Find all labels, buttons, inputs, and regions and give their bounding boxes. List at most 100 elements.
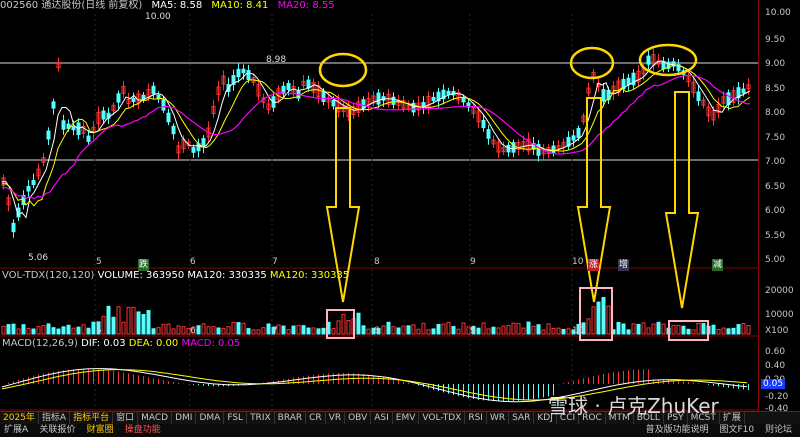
volume-bar	[701, 323, 706, 335]
axis-label-9.50: 9.50	[765, 35, 786, 45]
btn-trade-functions[interactable]: 操盘功能	[121, 425, 165, 435]
candle-body	[696, 91, 701, 102]
tab-dmi[interactable]: DMI	[172, 412, 197, 424]
vol-month-10: 10	[572, 326, 584, 336]
volume-bar	[171, 328, 176, 335]
volume-bar	[336, 320, 341, 335]
volume-panel-header: VOL-TDX(120,120) VOLUME: 363950 MA120: 3…	[2, 270, 349, 282]
volume-bar	[51, 327, 56, 335]
volume-bar	[11, 323, 16, 335]
volume-bar	[121, 321, 126, 335]
volume-bar	[206, 326, 211, 335]
ma5-line	[2, 60, 751, 219]
tab-sar[interactable]: SAR	[509, 412, 535, 424]
candle-body	[241, 68, 246, 74]
volume-bar	[286, 329, 291, 335]
tab-vol-tdx[interactable]: VOL-TDX	[419, 412, 466, 424]
volume-bar	[716, 328, 721, 335]
tab-expand[interactable]: 扩展	[720, 412, 745, 424]
volume-bar	[636, 323, 641, 335]
tab-window[interactable]: 窗口	[113, 412, 139, 424]
volume-bar	[6, 324, 11, 335]
tab-macd[interactable]: MACD	[138, 412, 173, 424]
tab-vr[interactable]: VR	[326, 412, 346, 424]
volume-bar	[301, 325, 306, 335]
volume-bar	[41, 325, 46, 335]
event-tag-2[interactable]: 涨	[588, 259, 600, 271]
volume-bar	[726, 328, 731, 335]
volume-bar	[46, 323, 51, 335]
low-price-label: 5.06	[28, 253, 49, 263]
btn-f10[interactable]: 图文F10	[715, 425, 758, 435]
volume-bar	[556, 327, 561, 335]
candle-body	[76, 122, 81, 136]
volume-bar	[551, 327, 556, 335]
tab-dma[interactable]: DMA	[196, 412, 225, 424]
volume-bar	[361, 325, 366, 335]
volume-bar	[316, 328, 321, 335]
tab-platform[interactable]: 指标平台	[70, 412, 114, 424]
event-tag-3[interactable]: 增	[618, 259, 630, 271]
dea-value: DEA: 0.00	[128, 338, 179, 349]
tab-trix[interactable]: TRIX	[247, 412, 275, 424]
volume-bar	[111, 316, 116, 335]
tab-year[interactable]: 2025年	[0, 412, 39, 424]
chart-canvas[interactable]	[0, 0, 758, 437]
event-tag-1[interactable]: 跌	[138, 259, 150, 271]
volume-bar	[201, 323, 206, 335]
watermark: 雪球 · 卢克ZhuKer	[548, 394, 719, 418]
macd-axis-0.60: 0.60	[765, 347, 786, 357]
volume-bar	[496, 327, 501, 335]
month-7: 7	[272, 257, 278, 267]
tab-wr[interactable]: WR	[487, 412, 510, 424]
volume-bar	[606, 305, 611, 335]
btn-forum[interactable]: 则论坛	[761, 425, 796, 435]
btn-feature-help[interactable]: 普及版功能说明	[642, 425, 713, 435]
volume-bar	[731, 327, 736, 335]
event-tag-4[interactable]: 减	[712, 259, 724, 271]
volume-bar	[681, 325, 686, 335]
tab-indicator-a[interactable]: 指标A	[39, 412, 71, 424]
vol-axis-20000: 20000	[765, 286, 794, 296]
volume-bar	[256, 329, 261, 335]
volume-bar	[66, 324, 71, 335]
volume-bar	[246, 328, 251, 335]
tab-fsl[interactable]: FSL	[224, 412, 248, 424]
volume-bar	[281, 325, 286, 335]
axis-label-8.00: 8.00	[765, 108, 786, 118]
volume-bar	[26, 327, 31, 335]
tab-cr[interactable]: CR	[306, 412, 326, 424]
ref-line-label: 8.98	[266, 55, 287, 65]
stock-title[interactable]: 002560 通达股份(日线 前复权)	[0, 0, 142, 11]
volume-bar	[131, 306, 136, 335]
volume-bar	[86, 327, 91, 335]
axis-label-5.50: 5.50	[765, 231, 786, 241]
volume-bar	[411, 324, 416, 335]
volume-bar	[1, 325, 6, 335]
volume-bar	[221, 328, 226, 335]
tab-emv[interactable]: EMV	[393, 412, 420, 424]
volume-bar	[736, 324, 741, 335]
candle-body	[116, 93, 121, 103]
volume-bar	[106, 305, 111, 335]
tab-asi[interactable]: ASI	[371, 412, 393, 424]
volume-bar	[561, 328, 566, 335]
macd-indicator-name: MACD(12,26,9)	[2, 338, 78, 349]
candle-body	[646, 55, 651, 65]
btn-wealth-circle[interactable]: 财富圈	[83, 425, 118, 435]
btn-expand-a[interactable]: 扩展A	[0, 425, 32, 435]
candle-body	[201, 138, 206, 147]
tab-brar[interactable]: BRAR	[275, 412, 307, 424]
volume-bar	[441, 323, 446, 335]
candle-body	[131, 97, 136, 103]
volume-bar	[166, 323, 171, 335]
volume-bar	[21, 324, 26, 335]
tab-obv[interactable]: OBV	[345, 412, 372, 424]
volume-bar	[291, 325, 296, 335]
candle-body	[151, 85, 156, 95]
candle-body	[446, 90, 451, 95]
btn-related-quotes[interactable]: 关联报价	[35, 425, 79, 435]
candle-body	[321, 90, 326, 103]
tab-rsi[interactable]: RSI	[465, 412, 487, 424]
macd-panel-header: MACD(12,26,9) DIF: 0.03 DEA: 0.00 MACD: …	[2, 338, 240, 350]
